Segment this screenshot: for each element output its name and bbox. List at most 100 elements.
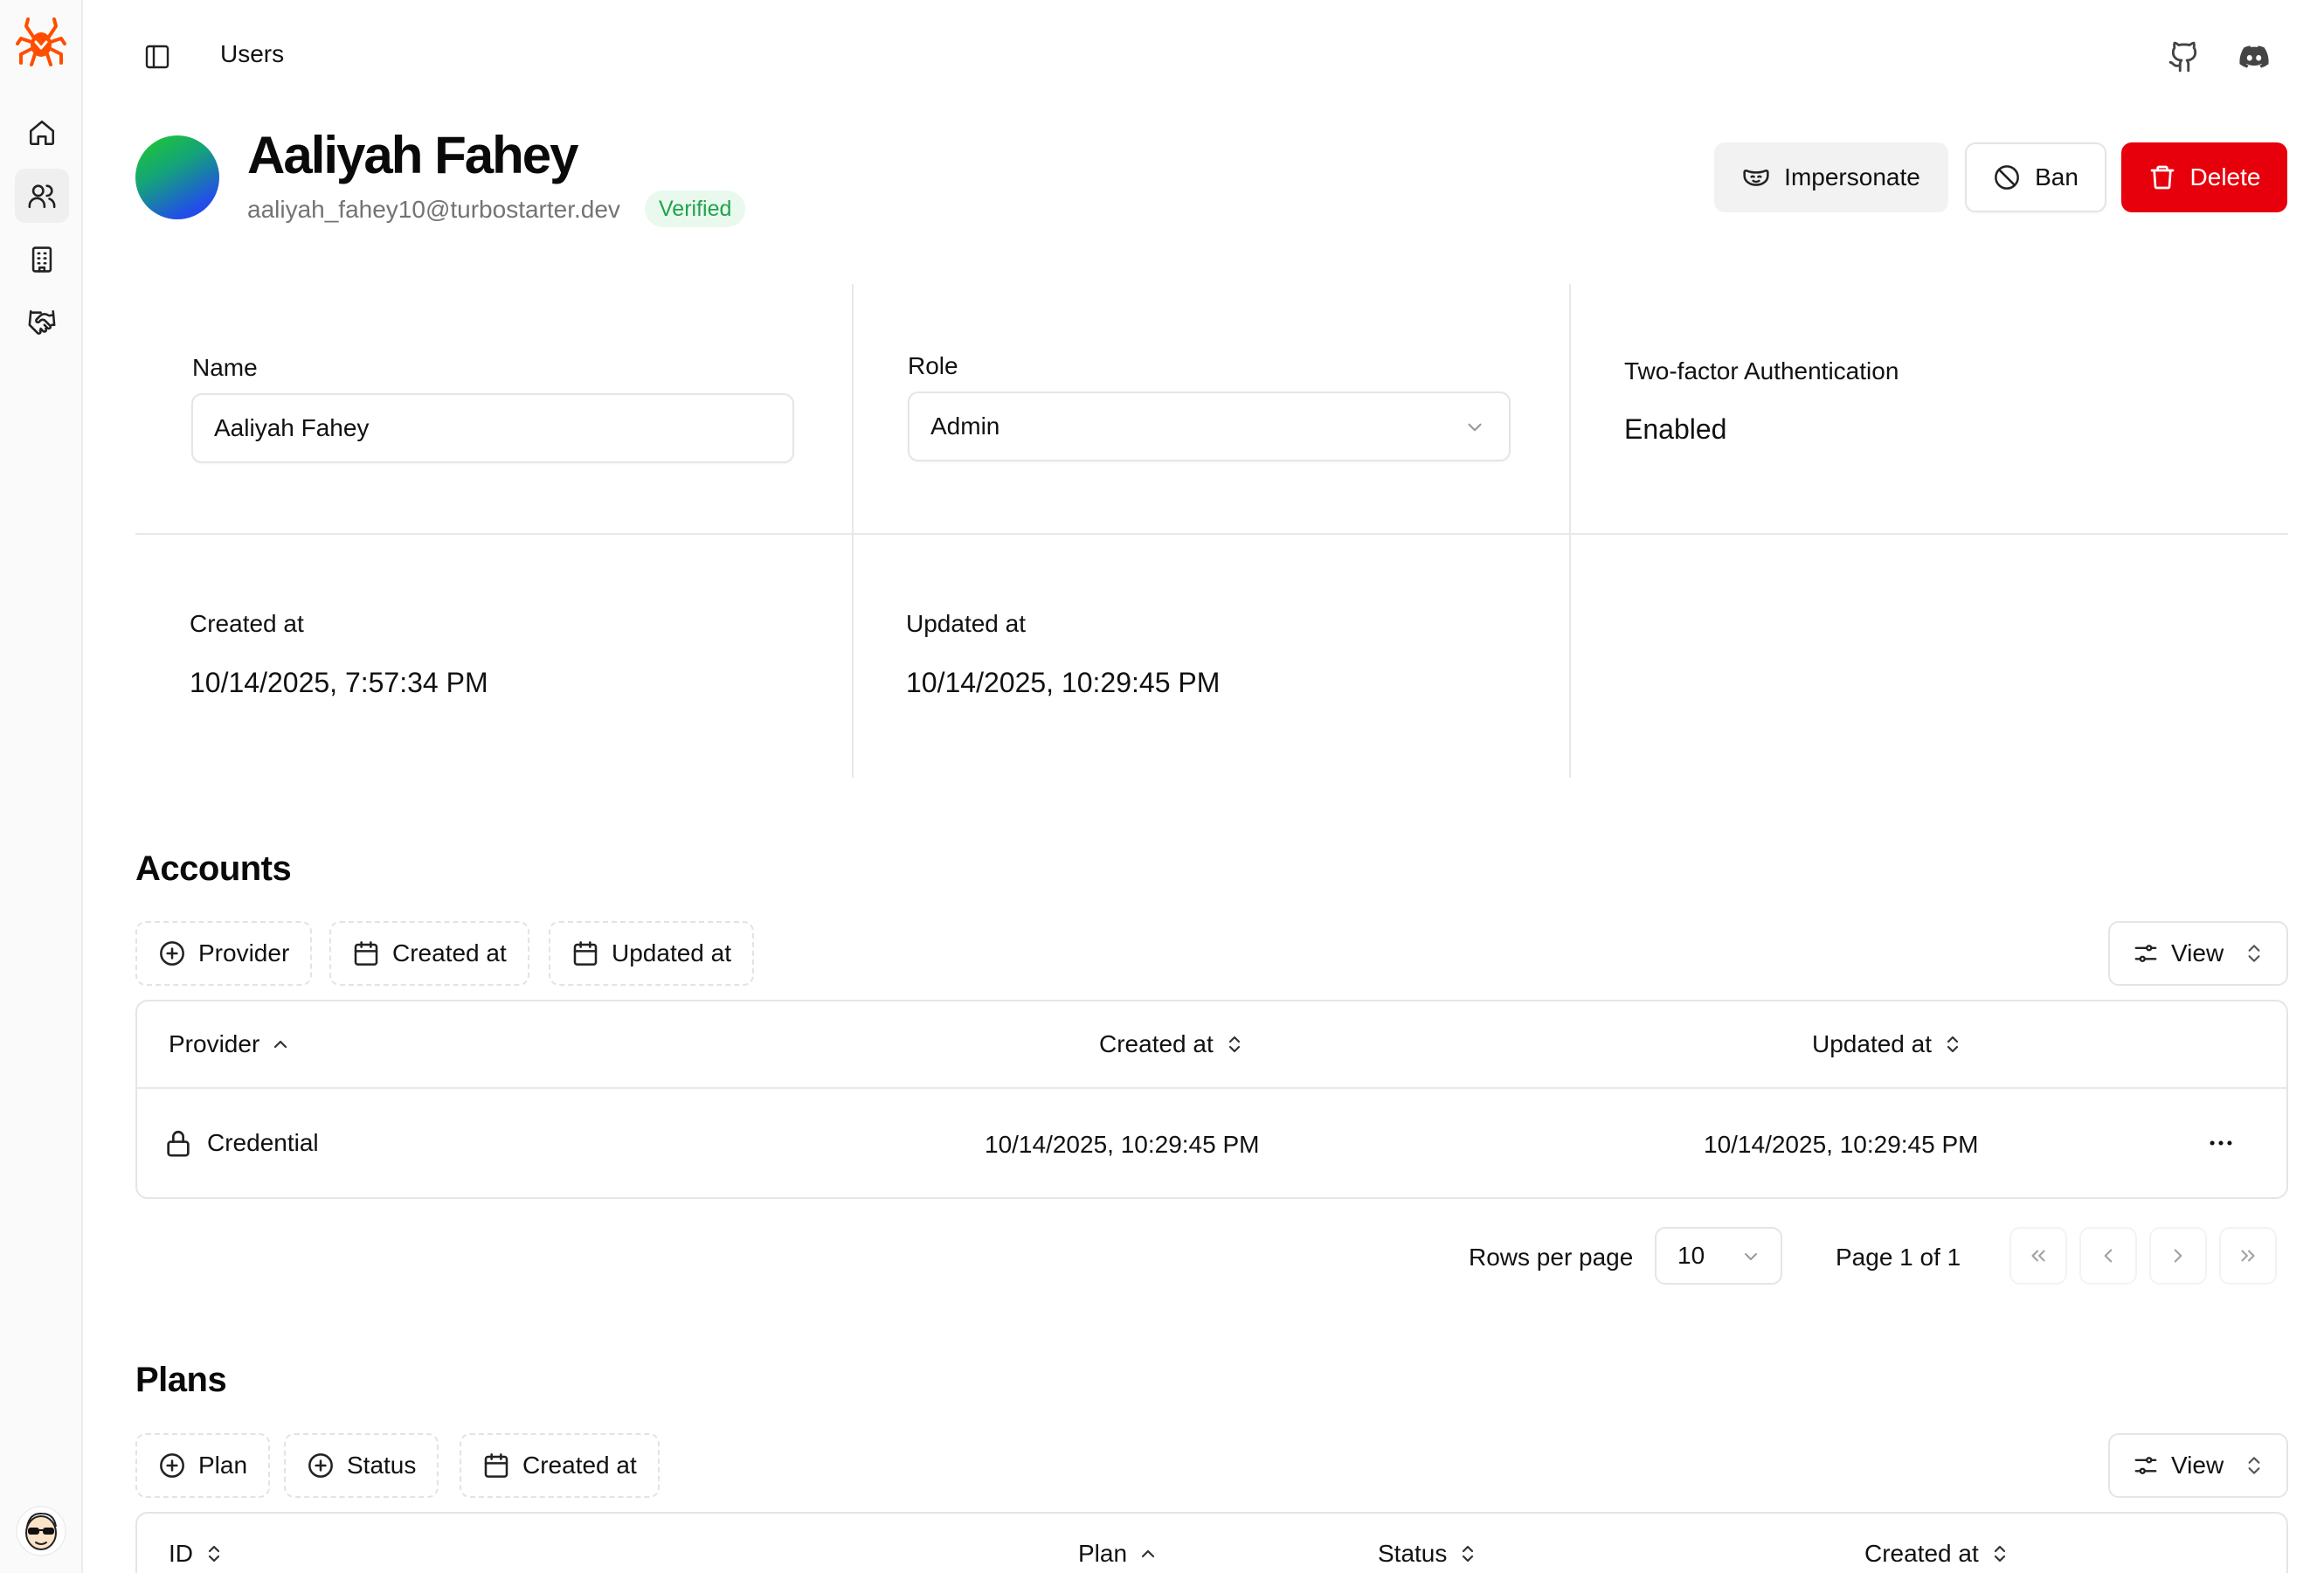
updated-at-cell: 10/14/2025, 10:29:45 PM [1704, 1131, 1979, 1158]
ban-icon [1995, 165, 2020, 190]
grid-divider [1569, 284, 1571, 778]
plan-column-header[interactable]: Plan [1078, 1540, 1159, 1568]
home-icon [29, 120, 55, 146]
row-actions-button[interactable] [2206, 1128, 2236, 1158]
breadcrumb[interactable]: Users [220, 40, 284, 68]
chevrons-up-down-icon [2248, 1457, 2260, 1474]
created-at-filter-button[interactable]: Created at [329, 921, 529, 986]
lock-icon [167, 1130, 190, 1157]
role-value: Admin [930, 412, 1000, 440]
plans-title: Plans [135, 1361, 227, 1399]
role-select[interactable]: Admin [908, 392, 1511, 461]
column-label: Updated at [1812, 1030, 1932, 1057]
plans-table: ID Plan Status Created at [135, 1512, 2288, 1573]
view-label: View [2171, 939, 2224, 967]
filter-label: Provider [198, 939, 290, 967]
chevrons-up-down-icon [1947, 1036, 1959, 1053]
calendar-icon [354, 941, 378, 966]
chevrons-up-down-icon [208, 1545, 220, 1563]
status-filter-button[interactable]: Status [284, 1433, 439, 1498]
sidebar-item-users[interactable] [15, 169, 69, 223]
view-label: View [2171, 1452, 2224, 1479]
row-divider [137, 1087, 2286, 1089]
filter-label: Plan [198, 1452, 248, 1479]
created-at-column-header[interactable]: Created at [1099, 1030, 1245, 1058]
plus-circle-icon [160, 1453, 184, 1478]
column-label: ID [169, 1540, 193, 1567]
verified-badge: Verified [645, 191, 746, 227]
plan-filter-button[interactable]: Plan [135, 1433, 271, 1498]
plans-created-at-filter-button[interactable]: Created at [460, 1433, 660, 1498]
grid-divider [135, 533, 2288, 535]
updated-at-value: 10/14/2025, 10:29:45 PM [906, 667, 1221, 698]
plus-circle-icon [308, 1453, 333, 1478]
two-factor-value: Enabled [1624, 413, 1727, 445]
updated-at-filter-button[interactable]: Updated at [549, 921, 754, 986]
chevron-left-icon [2104, 1249, 2113, 1263]
last-page-button[interactable] [2219, 1227, 2277, 1285]
chevrons-up-down-icon [1228, 1036, 1240, 1053]
filter-label: Status [347, 1452, 417, 1479]
role-label: Role [908, 352, 958, 379]
created-at-value: 10/14/2025, 7:57:34 PM [190, 667, 488, 698]
impersonate-label: Impersonate [1784, 163, 1920, 191]
handshake-icon [28, 309, 56, 335]
column-label: Created at [1864, 1540, 1979, 1567]
sliders-icon [2134, 945, 2157, 962]
github-link[interactable] [2162, 35, 2206, 79]
name-label: Name [192, 354, 258, 381]
provider-column-header[interactable]: Provider [169, 1030, 291, 1058]
spider-logo-icon[interactable] [16, 17, 66, 68]
sidebar-item-home[interactable] [15, 106, 69, 160]
name-input[interactable]: Aaliyah Fahey [191, 393, 794, 463]
discord-link[interactable] [2232, 35, 2276, 79]
rows-per-page-select[interactable]: 10 [1655, 1227, 1782, 1285]
sidebar-item-customers[interactable] [15, 295, 69, 350]
delete-button[interactable]: Delete [2121, 142, 2287, 212]
provider-cell: Credential [163, 1128, 319, 1158]
plans-view-button[interactable]: View [2108, 1433, 2288, 1498]
plans-created-at-column-header[interactable]: Created at [1864, 1540, 2010, 1568]
provider-filter-button[interactable]: Provider [135, 921, 313, 986]
accounts-title: Accounts [135, 849, 292, 888]
chevrons-right-icon [2241, 1250, 2255, 1262]
calendar-icon [573, 941, 598, 966]
sidebar-item-organizations[interactable] [15, 232, 69, 287]
created-at-label: Created at [190, 610, 304, 637]
sidebar-toggle-button[interactable] [135, 35, 179, 79]
filter-label: Created at [392, 939, 507, 967]
ban-label: Ban [2035, 163, 2078, 191]
building-icon [31, 246, 52, 273]
first-page-button[interactable] [2009, 1227, 2067, 1285]
top-bar: Users [83, 0, 2324, 114]
next-page-button[interactable] [2149, 1227, 2207, 1285]
discord-icon [2239, 45, 2269, 68]
user-name: Aaliyah Fahey [247, 126, 579, 184]
user-avatar [135, 135, 219, 219]
column-label: Status [1378, 1540, 1448, 1567]
updated-at-column-header[interactable]: Updated at [1812, 1030, 1963, 1058]
filter-label: Updated at [612, 939, 731, 967]
calendar-icon [484, 1453, 508, 1478]
sidebar [0, 0, 83, 1573]
accounts-view-button[interactable]: View [2108, 921, 2288, 986]
delete-label: Delete [2189, 163, 2261, 191]
chevron-down-icon [1468, 423, 1482, 432]
chevron-up-icon [1141, 1549, 1155, 1558]
chevrons-up-down-icon [2248, 945, 2260, 962]
impersonate-button[interactable]: Impersonate [1714, 142, 1948, 212]
user-email: aaliyah_fahey10@turbostarter.dev [247, 196, 620, 223]
ban-button[interactable]: Ban [1965, 142, 2106, 212]
column-label: Created at [1099, 1030, 1214, 1057]
chevrons-up-down-icon [1463, 1545, 1474, 1563]
sliders-icon [2134, 1457, 2157, 1474]
id-column-header[interactable]: ID [169, 1540, 225, 1568]
chevron-up-icon [274, 1040, 287, 1049]
provider-value: Credential [207, 1129, 319, 1156]
status-column-header[interactable]: Status [1378, 1540, 1478, 1568]
more-horizontal-icon [2210, 1140, 2232, 1146]
previous-page-button[interactable] [2079, 1227, 2137, 1285]
plus-circle-icon [160, 941, 184, 966]
user-menu-avatar[interactable] [16, 1506, 66, 1556]
github-icon [2168, 41, 2197, 73]
